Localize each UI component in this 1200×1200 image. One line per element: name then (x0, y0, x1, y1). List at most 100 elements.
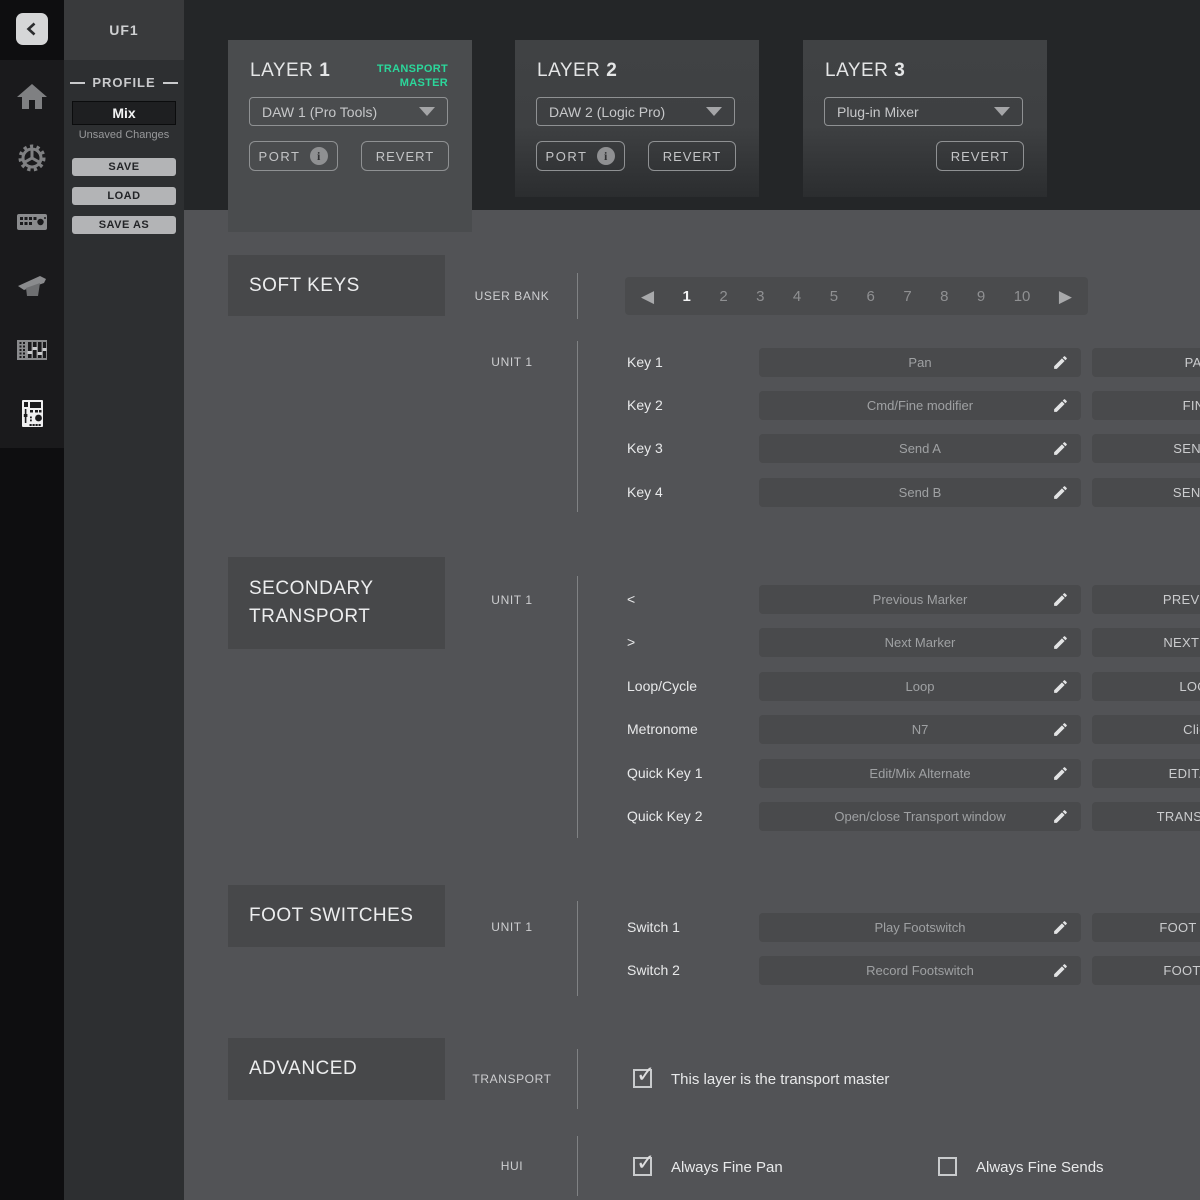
info-icon: i (310, 147, 328, 165)
soft-key-row-label: Key 2 (627, 391, 663, 420)
layer-2-revert-button[interactable]: REVERT (648, 141, 736, 171)
always-fine-pan-checkbox[interactable] (633, 1157, 652, 1176)
layer-1-port-button[interactable]: PORT i (249, 141, 338, 171)
layer-2-title: LAYER 2 (537, 60, 617, 82)
layer-2-daw-select[interactable]: DAW 2 (Logic Pro) (536, 97, 735, 126)
pager-page-7[interactable]: 7 (903, 288, 911, 305)
pager-page-9[interactable]: 9 (977, 288, 985, 305)
transport-row-label: Quick Key 1 (627, 759, 702, 788)
edit-pencil-icon (1052, 919, 1069, 936)
settings-gear-icon[interactable] (14, 140, 50, 176)
next-marker-display[interactable]: NEXT MKR (1092, 628, 1200, 657)
pager-page-4[interactable]: 4 (793, 288, 801, 305)
soft-key-4-display[interactable]: SEND B (1092, 478, 1200, 507)
pager-page-6[interactable]: 6 (867, 288, 875, 305)
quick-key-1-assignment[interactable]: Edit/Mix Alternate (759, 759, 1081, 788)
soft-key-3-assignment[interactable]: Send A (759, 434, 1081, 463)
foot-switches-section-header: FOOT SWITCHES (228, 885, 445, 947)
layer-1-revert-button[interactable]: REVERT (361, 141, 449, 171)
quick-key-1-display[interactable]: EDIT/MIX (1092, 759, 1200, 788)
transport-master-checkbox[interactable] (633, 1069, 652, 1088)
soft-keys-section-header: SOFT KEYS (228, 255, 445, 316)
transport-master-checkbox-label: This layer is the transport master (671, 1070, 889, 1089)
edit-pencil-icon (1052, 765, 1069, 782)
metronome-assignment[interactable]: N7 (759, 715, 1081, 744)
uf8-fader-unit-icon[interactable] (14, 332, 50, 368)
switch-row-label: Switch 1 (627, 913, 680, 942)
layer-3-card: LAYER 3 Plug-in Mixer REVERT (803, 40, 1047, 197)
layer-3-revert-button[interactable]: REVERT (936, 141, 1024, 171)
always-fine-sends-checkbox[interactable] (938, 1157, 957, 1176)
switch-2-display[interactable]: FOOT REC (1092, 956, 1200, 985)
uf1-device-icon[interactable] (14, 395, 50, 431)
save-button[interactable]: SAVE (72, 158, 176, 176)
unit-label: UNIT 1 (452, 593, 572, 607)
soft-key-1-display[interactable]: PAN (1092, 348, 1200, 377)
layer-1-daw-select[interactable]: DAW 1 (Pro Tools) (249, 97, 448, 126)
edit-pencil-icon (1052, 397, 1069, 414)
pager-next-icon[interactable]: ▶ (1059, 288, 1072, 305)
next-marker-assignment[interactable]: Next Marker (759, 628, 1081, 657)
advanced-section-header: ADVANCED (228, 1038, 445, 1100)
switch-2-assignment[interactable]: Record Footswitch (759, 956, 1081, 985)
prev-marker-assignment[interactable]: Previous Marker (759, 585, 1081, 614)
console-side-icon[interactable] (14, 267, 50, 303)
soft-key-2-assignment[interactable]: Cmd/Fine modifier (759, 391, 1081, 420)
divider (577, 901, 578, 996)
chevron-down-icon (706, 107, 722, 116)
user-bank-pager: ◀ 1 2 3 4 5 6 7 8 9 10 ▶ (625, 277, 1088, 315)
back-button[interactable] (16, 13, 48, 45)
prev-marker-display[interactable]: PREV MKR (1092, 585, 1200, 614)
quick-key-2-assignment[interactable]: Open/close Transport window (759, 802, 1081, 831)
user-bank-label: USER BANK (452, 289, 572, 303)
divider (577, 576, 578, 838)
soft-key-3-display[interactable]: SEND A (1092, 434, 1200, 463)
transport-column-label: TRANSPORT (452, 1072, 572, 1086)
layer-2-card: LAYER 2 DAW 2 (Logic Pro) PORT i REVERT (515, 40, 759, 197)
soft-key-2-display[interactable]: FINE (1092, 391, 1200, 420)
profile-panel: UF1 PROFILE Mix Unsaved Changes SAVE LOA… (64, 0, 184, 1200)
switch-1-assignment[interactable]: Play Footswitch (759, 913, 1081, 942)
transport-row-label: < (627, 585, 635, 614)
layer-1-card: LAYER 1 TRANSPORTMASTER DAW 1 (Pro Tools… (228, 40, 472, 232)
load-button[interactable]: LOAD (72, 187, 176, 205)
transport-row-label: Loop/Cycle (627, 672, 697, 701)
always-fine-sends-label: Always Fine Sends (976, 1158, 1104, 1177)
pager-page-2[interactable]: 2 (719, 288, 727, 305)
loop-display[interactable]: LOOP (1092, 672, 1200, 701)
unit-label: UNIT 1 (452, 355, 572, 369)
switch-1-display[interactable]: FOOT STOP (1092, 913, 1200, 942)
pager-page-8[interactable]: 8 (940, 288, 948, 305)
uc1-controller-icon[interactable] (14, 204, 50, 240)
pager-page-3[interactable]: 3 (756, 288, 764, 305)
edit-pencil-icon (1052, 808, 1069, 825)
home-nav-icon[interactable] (14, 79, 50, 115)
pager-page-5[interactable]: 5 (830, 288, 838, 305)
always-fine-pan-label: Always Fine Pan (671, 1158, 783, 1177)
pager-page-1[interactable]: 1 (683, 288, 691, 305)
soft-key-1-assignment[interactable]: Pan (759, 348, 1081, 377)
loop-assignment[interactable]: Loop (759, 672, 1081, 701)
edit-pencil-icon (1052, 354, 1069, 371)
metronome-display[interactable]: Click (1092, 715, 1200, 744)
soft-key-4-assignment[interactable]: Send B (759, 478, 1081, 507)
back-chevron-icon (24, 21, 40, 37)
pager-page-10[interactable]: 10 (1014, 288, 1031, 305)
soft-key-row-label: Key 4 (627, 478, 663, 507)
edit-pencil-icon (1052, 721, 1069, 738)
nav-rail-band (0, 60, 64, 448)
save-as-button[interactable]: SAVE AS (72, 216, 176, 234)
layer-3-daw-select[interactable]: Plug-in Mixer (824, 97, 1023, 126)
device-title: UF1 (64, 0, 184, 60)
layer-2-port-button[interactable]: PORT i (536, 141, 625, 171)
ssl-360-uf1-page: LAYER 1 TRANSPORTMASTER DAW 1 (Pro Tools… (0, 0, 1200, 1200)
profile-name-field[interactable]: Mix (72, 101, 176, 125)
hui-column-label: HUI (452, 1159, 572, 1173)
chevron-down-icon (994, 107, 1010, 116)
layer-1-title: LAYER 1 (250, 60, 330, 82)
edit-pencil-icon (1052, 678, 1069, 695)
profile-heading: PROFILE (64, 75, 184, 90)
edit-pencil-icon (1052, 440, 1069, 457)
quick-key-2-display[interactable]: TRANSPORT (1092, 802, 1200, 831)
pager-prev-icon[interactable]: ◀ (641, 288, 654, 305)
